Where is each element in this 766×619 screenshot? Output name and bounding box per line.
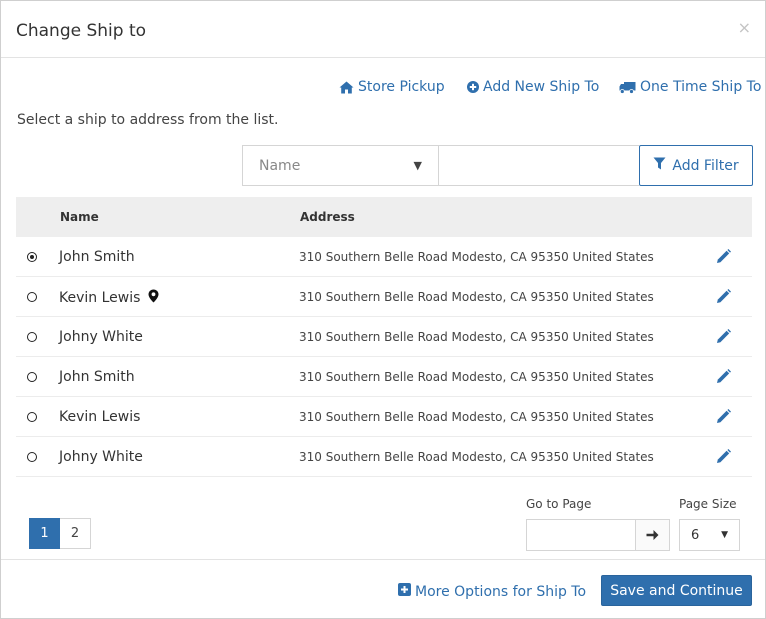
go-to-page-label: Go to Page bbox=[526, 497, 592, 511]
plus-circle-icon bbox=[467, 81, 479, 93]
page-size-label: Page Size bbox=[679, 497, 737, 511]
add-filter-button[interactable]: Add Filter bbox=[639, 145, 753, 186]
page-button-2[interactable]: 2 bbox=[60, 518, 91, 549]
row-name-cell: Johny White bbox=[59, 449, 143, 465]
more-options-label: More Options for Ship To bbox=[415, 583, 587, 600]
row-name: Kevin Lewis bbox=[59, 409, 141, 425]
action-links: Store Pickup Add New Ship To One Time Sh… bbox=[1, 79, 765, 99]
map-marker-icon bbox=[148, 289, 159, 307]
ship-to-table: Name Address John Smith 310 Southern Bell… bbox=[16, 197, 752, 477]
table-row[interactable]: Kevin Lewis 310 Southern Belle Road Modes… bbox=[16, 397, 752, 437]
close-icon[interactable]: × bbox=[738, 20, 751, 36]
arrow-right-icon bbox=[646, 526, 659, 545]
column-header-address: Address bbox=[300, 210, 355, 224]
table-row[interactable]: Kevin Lewis 310 Southern Belle Road Modes… bbox=[16, 277, 752, 317]
plus-square-icon bbox=[398, 583, 411, 600]
pencil-icon[interactable] bbox=[716, 249, 731, 268]
change-ship-to-modal: Change Ship to × Store Pickup Add New Sh… bbox=[0, 0, 766, 619]
row-name-cell: John Smith bbox=[59, 369, 135, 385]
row-name: Johny White bbox=[59, 449, 143, 465]
row-address: 310 Southern Belle Road Modesto, CA 9535… bbox=[299, 410, 654, 424]
add-filter-label: Add Filter bbox=[672, 157, 739, 174]
row-address: 310 Southern Belle Road Modesto, CA 9535… bbox=[299, 290, 654, 304]
table-row[interactable]: John Smith 310 Southern Belle Road Modest… bbox=[16, 357, 752, 397]
add-new-ship-to-link[interactable]: Add New Ship To bbox=[467, 79, 599, 95]
table-body: John Smith 310 Southern Belle Road Modest… bbox=[16, 237, 752, 477]
page-size-select[interactable]: 6 ▼ bbox=[679, 519, 740, 551]
one-time-ship-to-label: One Time Ship To bbox=[640, 79, 762, 95]
pencil-icon[interactable] bbox=[716, 449, 731, 468]
filter-value-input[interactable] bbox=[438, 145, 639, 186]
filter-icon bbox=[653, 157, 666, 174]
row-name-cell: Kevin Lewis bbox=[59, 289, 159, 307]
modal-footer: More Options for Ship To Save and Contin… bbox=[1, 559, 765, 619]
filter-field-value: Name bbox=[259, 157, 301, 174]
row-name: John Smith bbox=[59, 369, 135, 385]
more-options-link[interactable]: More Options for Ship To bbox=[398, 583, 586, 600]
modal-title: Change Ship to bbox=[16, 21, 147, 41]
table-row[interactable]: Johny White 310 Southern Belle Road Modes… bbox=[16, 317, 752, 357]
truck-icon bbox=[619, 81, 636, 94]
row-address: 310 Southern Belle Road Modesto, CA 9535… bbox=[299, 250, 654, 264]
filter-field-select[interactable]: Name ▼ bbox=[242, 145, 438, 186]
select-address-radio[interactable] bbox=[27, 332, 37, 342]
row-name-cell: John Smith bbox=[59, 249, 135, 265]
column-header-name: Name bbox=[60, 210, 99, 224]
go-to-page-input[interactable] bbox=[526, 519, 636, 551]
table-header: Name Address bbox=[16, 197, 752, 237]
filter-row: Name ▼ Add Filter bbox=[242, 145, 753, 186]
caret-down-icon: ▼ bbox=[721, 530, 728, 540]
save-and-continue-button[interactable]: Save and Continue bbox=[601, 575, 752, 606]
table-row[interactable]: Johny White 310 Southern Belle Road Modes… bbox=[16, 437, 752, 477]
add-new-ship-to-label: Add New Ship To bbox=[483, 79, 600, 95]
pencil-icon[interactable] bbox=[716, 409, 731, 428]
row-name: Kevin Lewis bbox=[59, 290, 141, 306]
table-row[interactable]: John Smith 310 Southern Belle Road Modest… bbox=[16, 237, 752, 277]
select-address-radio[interactable] bbox=[27, 292, 37, 302]
select-address-radio[interactable] bbox=[27, 452, 37, 462]
go-to-page-button[interactable] bbox=[636, 519, 670, 551]
pagination: 1 2 bbox=[29, 518, 91, 549]
store-pickup-label: Store Pickup bbox=[358, 79, 445, 95]
page-button-1[interactable]: 1 bbox=[29, 518, 60, 549]
page-size-value: 6 bbox=[691, 527, 700, 543]
select-address-radio[interactable] bbox=[27, 412, 37, 422]
go-to-page-group bbox=[526, 519, 670, 551]
home-icon bbox=[339, 81, 354, 94]
pencil-icon[interactable] bbox=[716, 369, 731, 388]
row-name-cell: Johny White bbox=[59, 329, 143, 345]
select-address-radio[interactable] bbox=[27, 372, 37, 382]
row-name: Johny White bbox=[59, 329, 143, 345]
pencil-icon[interactable] bbox=[716, 329, 731, 348]
row-name: John Smith bbox=[59, 249, 135, 265]
caret-down-icon: ▼ bbox=[413, 159, 422, 172]
row-address: 310 Southern Belle Road Modesto, CA 9535… bbox=[299, 450, 654, 464]
row-address: 310 Southern Belle Road Modesto, CA 9535… bbox=[299, 370, 654, 384]
pencil-icon[interactable] bbox=[716, 289, 731, 308]
one-time-ship-to-link[interactable]: One Time Ship To bbox=[619, 79, 761, 95]
modal-header: Change Ship to × bbox=[1, 1, 765, 58]
store-pickup-link[interactable]: Store Pickup bbox=[339, 79, 445, 95]
select-address-radio[interactable] bbox=[27, 252, 37, 262]
instruction-text: Select a ship to address from the list. bbox=[17, 112, 279, 128]
row-address: 310 Southern Belle Road Modesto, CA 9535… bbox=[299, 330, 654, 344]
row-name-cell: Kevin Lewis bbox=[59, 409, 140, 425]
